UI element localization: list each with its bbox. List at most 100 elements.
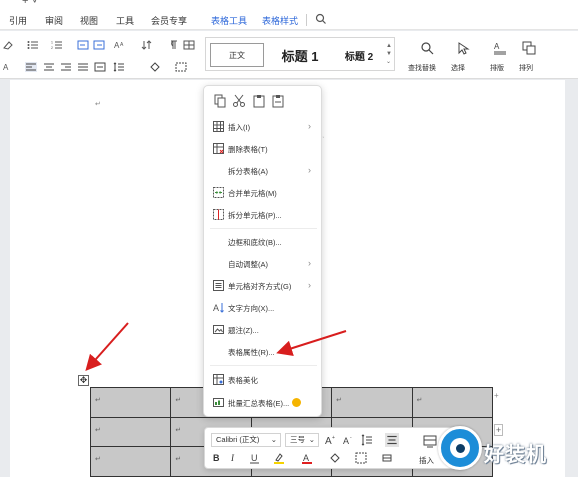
- menu-item-text-direction[interactable]: A 文字方向(X)...: [204, 297, 321, 319]
- eraser-icon[interactable]: [381, 452, 393, 464]
- submenu-arrow-icon: ›: [308, 121, 311, 131]
- find-replace-label[interactable]: 查找替换: [408, 63, 436, 73]
- align-center-icon[interactable]: [43, 62, 55, 72]
- tab-table-tools[interactable]: 表格工具: [211, 14, 247, 27]
- font-size-select[interactable]: 三号 ⌄: [285, 433, 319, 447]
- tab-member[interactable]: 会员专享: [151, 14, 187, 27]
- char-scale-icon[interactable]: AA: [114, 40, 126, 50]
- tab-table-style[interactable]: 表格样式: [262, 14, 298, 27]
- find-replace-icon[interactable]: [420, 41, 434, 55]
- menu-item-split-table[interactable]: 拆分表格(A) ›: [204, 160, 321, 182]
- sort-icon[interactable]: [141, 40, 153, 50]
- menu-item-label: 文字方向(X)...: [228, 304, 275, 313]
- font-color-icon[interactable]: A: [301, 452, 313, 464]
- svg-text:A: A: [3, 63, 9, 72]
- select-cursor-icon[interactable]: [456, 41, 470, 55]
- svg-text:2: 2: [51, 46, 53, 50]
- align-center-icon[interactable]: [385, 433, 399, 447]
- numbered-list-icon[interactable]: 12: [51, 40, 63, 50]
- title-strip: + ˅: [0, 0, 578, 8]
- style-normal[interactable]: 正文: [210, 43, 264, 67]
- menu-item-table-beautify[interactable]: 表格美化: [204, 369, 321, 391]
- arrange-icon[interactable]: [522, 41, 536, 55]
- style-heading1[interactable]: 标题 1: [268, 43, 332, 67]
- line-spacing-icon[interactable]: [113, 62, 125, 72]
- border-icon[interactable]: [355, 452, 367, 464]
- underline-icon[interactable]: U: [249, 452, 261, 464]
- svg-text:A: A: [494, 42, 500, 51]
- svg-text:A: A: [213, 303, 219, 313]
- bullet-list-icon[interactable]: [27, 40, 39, 50]
- copy-icon[interactable]: [213, 94, 227, 108]
- svg-text:U: U: [251, 453, 258, 463]
- align-left-icon[interactable]: [25, 62, 37, 72]
- menu-separator: [306, 14, 307, 26]
- text-color-icon[interactable]: A: [2, 62, 14, 72]
- table-cell: ↵: [89, 446, 172, 477]
- font-name-select[interactable]: Calibri (正文) ⌄: [211, 433, 281, 447]
- shading-icon[interactable]: [149, 62, 161, 72]
- eraser-icon[interactable]: [2, 40, 14, 50]
- table-grid-icon[interactable]: [183, 40, 195, 50]
- chevron-down-icon: ⌄: [270, 435, 277, 444]
- new-tab-plus-icon[interactable]: + ˅: [22, 0, 38, 7]
- paste-icon[interactable]: [252, 94, 266, 108]
- paragraph-mark: ↵: [95, 101, 101, 108]
- table-cell: ↵: [411, 387, 494, 418]
- border-icon[interactable]: [175, 62, 187, 72]
- menu-item-batch-summary[interactable]: 批量汇总表格(E)...: [204, 392, 321, 414]
- justify-icon[interactable]: [77, 62, 89, 72]
- outdent-icon[interactable]: [77, 40, 89, 50]
- shrink-font-icon[interactable]: A-: [343, 434, 355, 446]
- menu-item-merge-cells[interactable]: 合并单元格(M): [204, 182, 321, 204]
- menu-item-split-cells[interactable]: 拆分单元格(P)...: [204, 204, 321, 226]
- menu-divider: [210, 365, 317, 366]
- menu-item-label: 删除表格(T): [228, 145, 268, 154]
- select-label[interactable]: 选择: [451, 63, 465, 73]
- style-heading2[interactable]: 标题 2: [334, 43, 384, 67]
- menu-item-borders-shading[interactable]: 边框和底纹(B)...: [204, 231, 321, 253]
- table-beautify-icon: [213, 374, 224, 385]
- cut-icon[interactable]: [232, 94, 246, 108]
- search-icon[interactable]: [315, 13, 327, 25]
- font-size-value: 三号: [290, 435, 305, 444]
- menu-item-caption[interactable]: 题注(Z)...: [204, 319, 321, 341]
- paste-special-icon[interactable]: [271, 94, 285, 108]
- cell-shading-icon[interactable]: [329, 452, 341, 464]
- line-spacing-icon[interactable]: [361, 434, 373, 446]
- table-delete-icon: [213, 143, 224, 154]
- table-move-handle-icon[interactable]: ✥: [78, 375, 89, 386]
- menu-item-insert[interactable]: 插入(I) ›: [204, 116, 321, 138]
- grow-font-icon[interactable]: A +: [325, 434, 337, 447]
- cell-align-icon: [213, 280, 224, 291]
- italic-button[interactable]: I: [231, 452, 234, 464]
- show-marks-icon[interactable]: [166, 40, 178, 50]
- highlight-icon[interactable]: [273, 452, 285, 464]
- tab-tools[interactable]: 工具: [116, 14, 134, 27]
- layout-label[interactable]: 排版: [490, 63, 504, 73]
- indent-icon[interactable]: [93, 40, 105, 50]
- menu-item-table-properties[interactable]: 表格属性(R)...: [204, 341, 321, 363]
- distribute-icon[interactable]: [94, 62, 106, 72]
- table-cell: ↵: [331, 387, 413, 418]
- bold-button[interactable]: B: [213, 452, 220, 464]
- menu-item-cell-alignment[interactable]: 单元格对齐方式(G) ›: [204, 275, 321, 297]
- tab-references[interactable]: 引用: [9, 14, 27, 27]
- tab-view[interactable]: 视图: [80, 14, 98, 27]
- menu-item-label: 插入(I): [228, 123, 251, 132]
- svg-text:A: A: [325, 436, 332, 446]
- add-column-icon[interactable]: +: [494, 392, 502, 400]
- tab-review[interactable]: 审阅: [45, 14, 63, 27]
- svg-text:1: 1: [51, 41, 53, 45]
- menu-item-delete-table[interactable]: 删除表格(T): [204, 138, 321, 160]
- menu-item-auto-fit[interactable]: 自动调整(A) ›: [204, 253, 321, 275]
- styles-scroll-icon[interactable]: ▲ ▼ ⌄: [386, 42, 392, 66]
- svg-text:A: A: [343, 436, 349, 446]
- batch-summary-icon: [213, 397, 224, 408]
- clipboard-row: [204, 86, 321, 116]
- menu-item-label: 拆分表格(A): [228, 167, 268, 176]
- align-right-icon[interactable]: [60, 62, 72, 72]
- text-direction-icon: A: [213, 302, 224, 313]
- arrange-label[interactable]: 排列: [519, 63, 533, 73]
- layout-icon[interactable]: A: [493, 41, 507, 55]
